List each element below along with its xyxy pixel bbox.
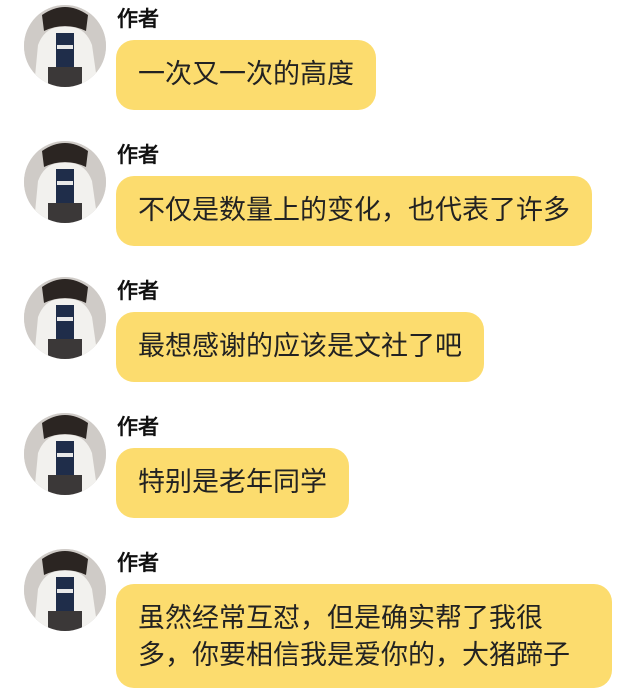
user-avatar-icon	[24, 277, 106, 359]
message-bubble[interactable]: 不仅是数量上的变化，也代表了许多	[116, 176, 592, 246]
sender-name: 作者	[117, 551, 159, 575]
sender-name: 作者	[117, 415, 159, 439]
sender-name: 作者	[117, 279, 159, 303]
user-avatar-icon	[24, 413, 106, 495]
avatar[interactable]	[24, 413, 106, 495]
avatar[interactable]	[24, 277, 106, 359]
avatar[interactable]	[24, 549, 106, 631]
message-bubble[interactable]: 最想感谢的应该是文社了吧	[116, 312, 484, 382]
message-bubble[interactable]: 虽然经常互怼，但是确实帮了我很多，你要相信我是爱你的，大猪蹄子	[116, 584, 612, 688]
avatar[interactable]	[24, 5, 106, 87]
avatar[interactable]	[24, 141, 106, 223]
user-avatar-icon	[24, 549, 106, 631]
user-avatar-icon	[24, 5, 106, 87]
message-bubble[interactable]: 特别是老年同学	[116, 448, 349, 518]
user-avatar-icon	[24, 141, 106, 223]
sender-name: 作者	[117, 143, 159, 167]
sender-name: 作者	[117, 7, 159, 31]
message-bubble[interactable]: 一次又一次的高度	[116, 40, 376, 110]
